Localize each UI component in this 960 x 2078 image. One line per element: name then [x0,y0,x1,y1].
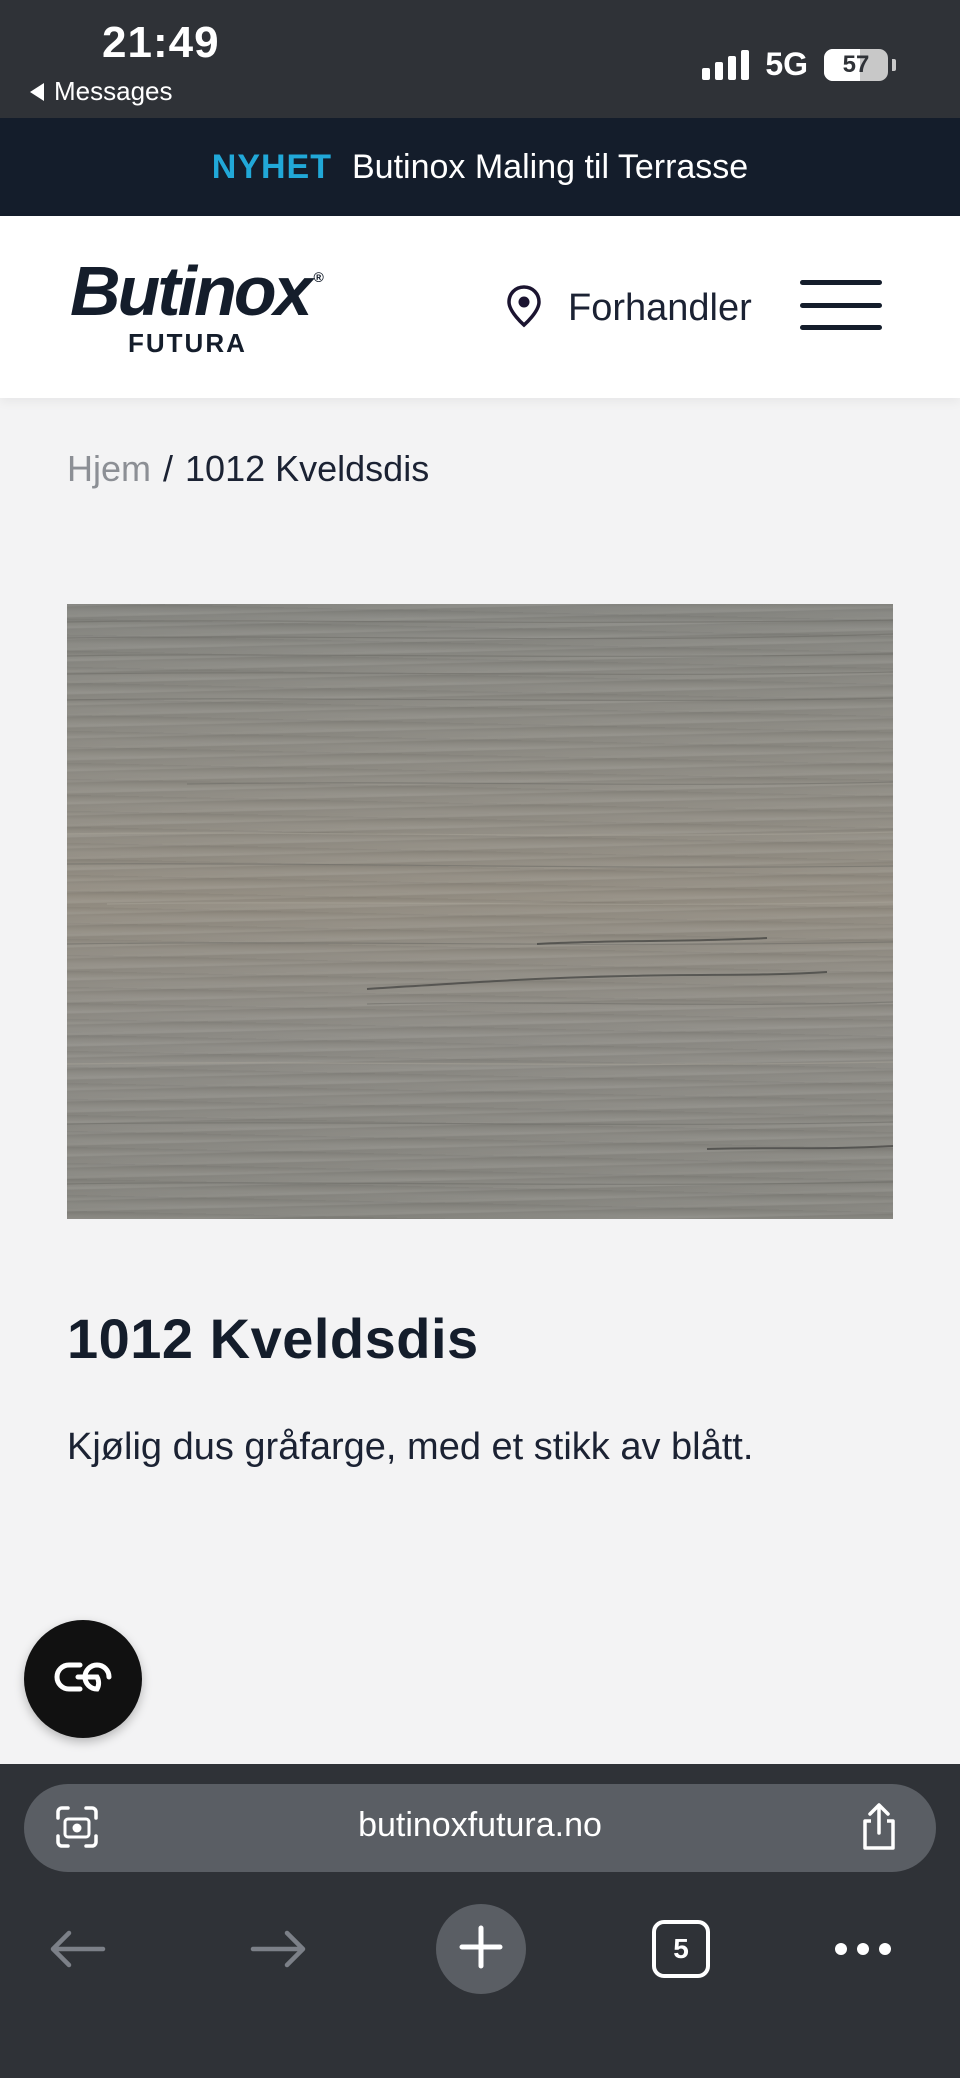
site-header: Butinox ® FUTURA Forhandler [0,216,960,398]
breadcrumb: Hjem / 1012 Kveldsdis [67,448,429,490]
chat-bubble-icon [52,1660,114,1699]
tabs-button[interactable]: 5 [636,1904,726,1994]
color-swatch-image [67,604,893,1219]
status-time: 21:49 [102,18,220,67]
plus-icon [458,1924,504,1975]
back-to-messages[interactable]: Messages [30,76,173,107]
product-title: 1012 Kveldsdis [67,1307,479,1370]
dealer-link[interactable]: Forhandler [504,284,752,333]
logo-registered-mark: ® [313,269,324,285]
logo-wordmark: Butinox [70,252,313,330]
back-label: Messages [54,76,173,106]
network-label: 5G [765,46,808,82]
announcement-bar[interactable]: NYHET Butinox Maling til Terrasse [0,118,960,216]
browser-nav-bar: 5 [0,1890,960,2000]
share-icon[interactable] [856,1802,902,1857]
back-arrow-icon[interactable] [32,1904,122,1994]
status-indicators: 5G 57 [702,46,896,83]
dealer-label: Forhandler [568,287,752,329]
battery-icon: 57 [824,48,888,81]
more-icon[interactable] [818,1904,908,1994]
back-triangle-icon [30,82,44,101]
location-pin-icon [504,284,544,333]
hamburger-menu-icon[interactable] [800,280,882,330]
browser-toolbar: butinoxfutura.no 5 [0,1764,960,2078]
breadcrumb-separator: / [163,448,174,489]
tabs-icon: 5 [652,1920,710,1978]
new-tab-button[interactable] [436,1904,526,1994]
status-bar: 21:49 Messages 5G 57 [0,0,960,118]
address-bar[interactable]: butinoxfutura.no [24,1784,936,1872]
tab-count: 5 [673,1933,689,1964]
breadcrumb-home[interactable]: Hjem [67,448,151,490]
url-text: butinoxfutura.no [358,1806,602,1844]
breadcrumb-current: 1012 Kveldsdis [185,448,430,489]
battery-percent: 57 [842,50,870,78]
announcement-tag: NYHET [211,147,332,186]
chat-button[interactable] [24,1620,142,1738]
signal-icon [702,49,750,80]
forward-arrow-icon[interactable] [234,1904,324,1994]
butinox-logo[interactable]: Butinox ® FUTURA [70,256,340,359]
logo-subtitle: FUTURA [128,328,247,358]
announcement-message: Butinox Maling til Terrasse [352,147,749,186]
product-description: Kjølig dus gråfarge, med et stikk av blå… [67,1426,754,1468]
